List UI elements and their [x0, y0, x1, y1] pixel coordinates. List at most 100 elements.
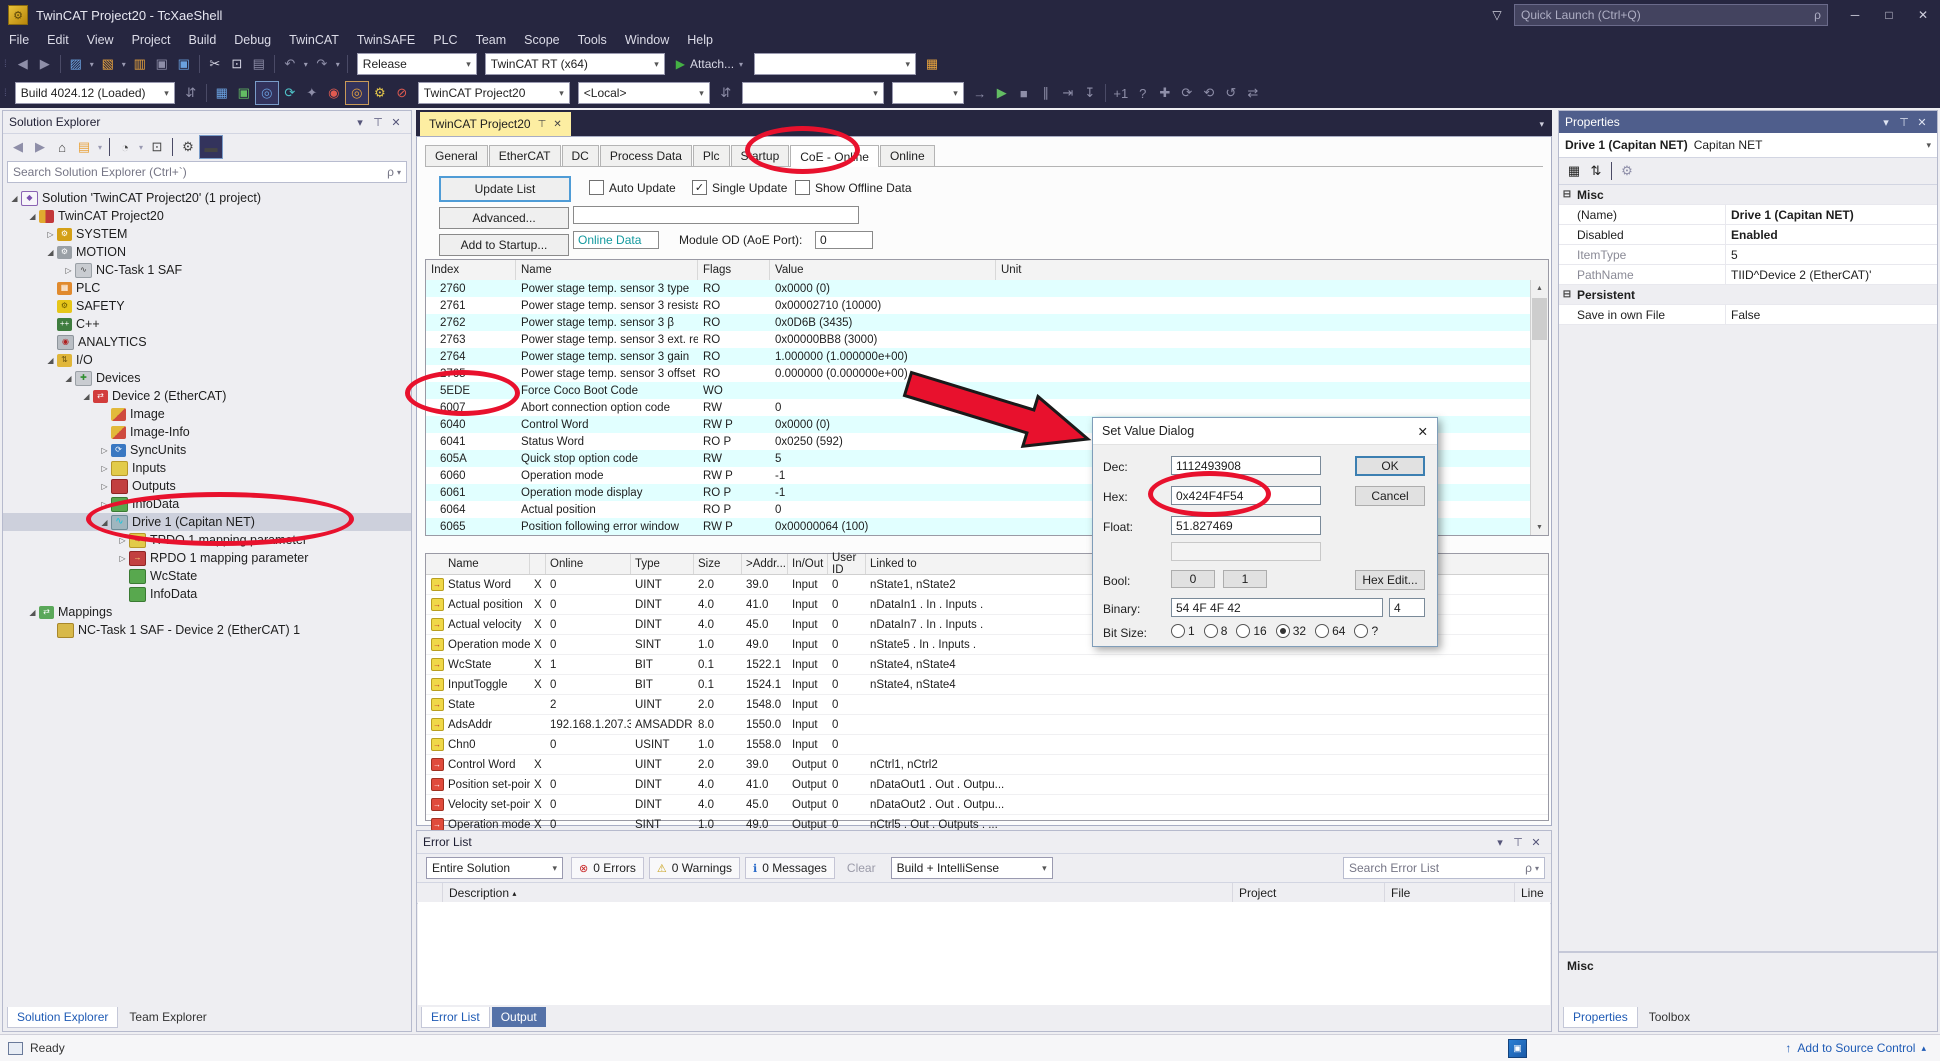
close-button[interactable]: ✕	[1906, 0, 1940, 30]
toolbar-icon[interactable]: ■	[1013, 82, 1035, 104]
minimize-button[interactable]: ─	[1838, 0, 1872, 30]
errors-filter-button[interactable]: ⊗0 Errors	[571, 857, 644, 879]
panel-bottom-tab[interactable]: Team Explorer	[120, 1007, 215, 1027]
tree-item[interactable]: NC-Task 1 SAF - Device 2 (EtherCAT) 1	[3, 621, 411, 639]
pdo-variable-row[interactable]: → Position set-point X 0 DINT 4.0 41.0 O…	[426, 775, 1548, 795]
toolbar-icon[interactable]: ▾	[119, 53, 129, 75]
toolbar-icon[interactable]	[206, 84, 207, 102]
advanced-button[interactable]: Advanced...	[439, 207, 569, 229]
intellisense-filter-combo[interactable]: Build + IntelliSense▾	[891, 857, 1053, 879]
tree-expand-arrow[interactable]: ◢	[9, 194, 20, 203]
hex-input[interactable]: 0x424F4F54	[1171, 486, 1321, 505]
dec-input[interactable]: 1112493908	[1171, 456, 1321, 475]
tree-item[interactable]: Image	[3, 405, 411, 423]
close-icon[interactable]: ✕	[1913, 116, 1931, 129]
device-subtab[interactable]: DC	[562, 145, 599, 166]
property-value[interactable]: Drive 1 (Capitan NET)	[1726, 208, 1937, 222]
toolbar-icon[interactable]: ✂	[204, 53, 226, 75]
toolbar-icon[interactable]: ▶	[34, 53, 56, 75]
property-value[interactable]: False	[1726, 308, 1937, 322]
column-header[interactable]: Name	[516, 260, 698, 280]
coe-table-row[interactable]: 2761 Power stage temp. sensor 3 resistan…	[426, 297, 1531, 314]
checkbox-box[interactable]	[795, 180, 810, 195]
property-row[interactable]: ⊟ Misc	[1559, 185, 1937, 205]
warnings-filter-button[interactable]: ⚠0 Warnings	[649, 857, 740, 879]
menu-item[interactable]: View	[78, 30, 123, 50]
toolbar-icon[interactable]: ✚	[1154, 82, 1176, 104]
bool-one-button[interactable]: 1	[1223, 570, 1267, 588]
tree-item[interactable]: ▷ → RPDO 1 mapping parameter	[3, 549, 411, 567]
device-subtab[interactable]: Plc	[693, 145, 730, 166]
tree-item[interactable]: ▷ Outputs	[3, 477, 411, 495]
bitsize-radio[interactable]: 8	[1204, 624, 1228, 638]
tree-item[interactable]: ▷ InfoData	[3, 495, 411, 513]
pin-icon[interactable]: ⊤	[369, 116, 387, 129]
toolbar-icon[interactable]: ▧	[97, 53, 119, 75]
menu-item[interactable]: Tools	[569, 30, 616, 50]
tree-expand-arrow[interactable]: ▷	[99, 482, 110, 491]
empty-combo[interactable]: ▾	[742, 82, 884, 104]
error-search-input[interactable]: Search Error List ρ ▾	[1343, 857, 1545, 879]
toolbar-icon[interactable]: ◔	[114, 136, 136, 158]
single-update-checkbox[interactable]: ✓ Single Update	[692, 180, 787, 195]
toolbar-icon[interactable]	[60, 55, 61, 73]
tree-item[interactable]: ⚙ SAFETY	[3, 297, 411, 315]
tree-expand-arrow[interactable]: ▷	[63, 266, 74, 275]
tree-item[interactable]: ◢ ◆ Solution 'TwinCAT Project20' (1 proj…	[3, 189, 411, 207]
toolbar-icon[interactable]: ⇵	[715, 82, 737, 104]
column-header[interactable]: Size	[694, 554, 742, 574]
device-subtab[interactable]: EtherCAT	[489, 145, 561, 166]
pin-icon[interactable]: ⊤	[538, 119, 547, 130]
toolbar-icon[interactable]: ✦	[301, 82, 323, 104]
platform-combo[interactable]: TwinCAT RT (x64)▾	[485, 53, 665, 75]
toolbar-icon[interactable]: ▣	[173, 53, 195, 75]
toolbar-icon[interactable]: ▾	[95, 136, 105, 158]
device-subtab[interactable]: Startup	[731, 145, 790, 166]
menu-item[interactable]: File	[0, 30, 38, 50]
scroll-down-icon[interactable]: ▼	[1531, 519, 1548, 535]
device-subtab[interactable]: Online	[880, 145, 935, 166]
bool-zero-button[interactable]: 0	[1171, 570, 1215, 588]
menu-item[interactable]: Scope	[515, 30, 568, 50]
bitsize-radio[interactable]: ?	[1354, 624, 1378, 638]
toolbar-icon[interactable]: ▾	[333, 53, 343, 75]
column-header[interactable]: User ID	[828, 554, 866, 574]
menu-item[interactable]: Edit	[38, 30, 78, 50]
column-header[interactable]: Type	[631, 554, 694, 574]
menu-item[interactable]: PLC	[424, 30, 466, 50]
hex-edit-button[interactable]: Hex Edit...	[1355, 570, 1425, 590]
radio-icon[interactable]	[1354, 624, 1368, 638]
coe-table-row[interactable]: 5EDE Force Coco Boot Code WO	[426, 382, 1531, 399]
toolbar-icon[interactable]: ◎	[345, 81, 369, 105]
toolbar-icon[interactable]: ▬	[199, 135, 223, 159]
pin-icon[interactable]: ⊤	[1895, 116, 1913, 129]
toolbar-icon[interactable]: ▶	[29, 136, 51, 158]
tree-expand-arrow[interactable]: ▷	[45, 230, 56, 239]
tree-item[interactable]: ++ C++	[3, 315, 411, 333]
close-icon[interactable]: ✕	[387, 116, 405, 129]
maximize-button[interactable]: □	[1872, 0, 1906, 30]
tree-expand-arrow[interactable]: ◢	[27, 608, 38, 617]
category-collapse-icon[interactable]: ⊟	[1559, 189, 1575, 200]
window-menu-icon[interactable]: ▾	[1491, 836, 1509, 849]
tree-item[interactable]: WcState	[3, 567, 411, 585]
toolbar-icon[interactable]: ▾	[136, 136, 146, 158]
close-icon[interactable]: ✕	[1527, 836, 1545, 849]
property-row[interactable]: Disabled Enabled	[1559, 225, 1937, 245]
toolbar-icon[interactable]: ⇵	[180, 82, 202, 104]
toolbar-icon[interactable]: ⚙	[1616, 160, 1638, 182]
toolbar-icon[interactable]: ⇥	[1057, 82, 1079, 104]
toolbar-icon[interactable]: ◀	[12, 53, 34, 75]
tree-item[interactable]: ◢ ⇄ Device 2 (EtherCAT)	[3, 387, 411, 405]
device-subtab[interactable]: CoE - Online	[790, 145, 879, 167]
column-header[interactable]: File	[1385, 883, 1515, 903]
column-header[interactable]: Description ▴	[443, 883, 1233, 903]
target-system-combo[interactable]: <Local>▾	[578, 82, 710, 104]
solution-config-combo[interactable]: Release▾	[357, 53, 477, 75]
tree-expand-arrow[interactable]: ◢	[45, 248, 56, 257]
toolbar-icon[interactable]: ▦	[211, 82, 233, 104]
tree-expand-arrow[interactable]: ◢	[45, 356, 56, 365]
menu-item[interactable]: Build	[179, 30, 225, 50]
toolbar-icon[interactable]: ▣	[151, 53, 173, 75]
tree-item[interactable]: ◢ ✚ Devices	[3, 369, 411, 387]
